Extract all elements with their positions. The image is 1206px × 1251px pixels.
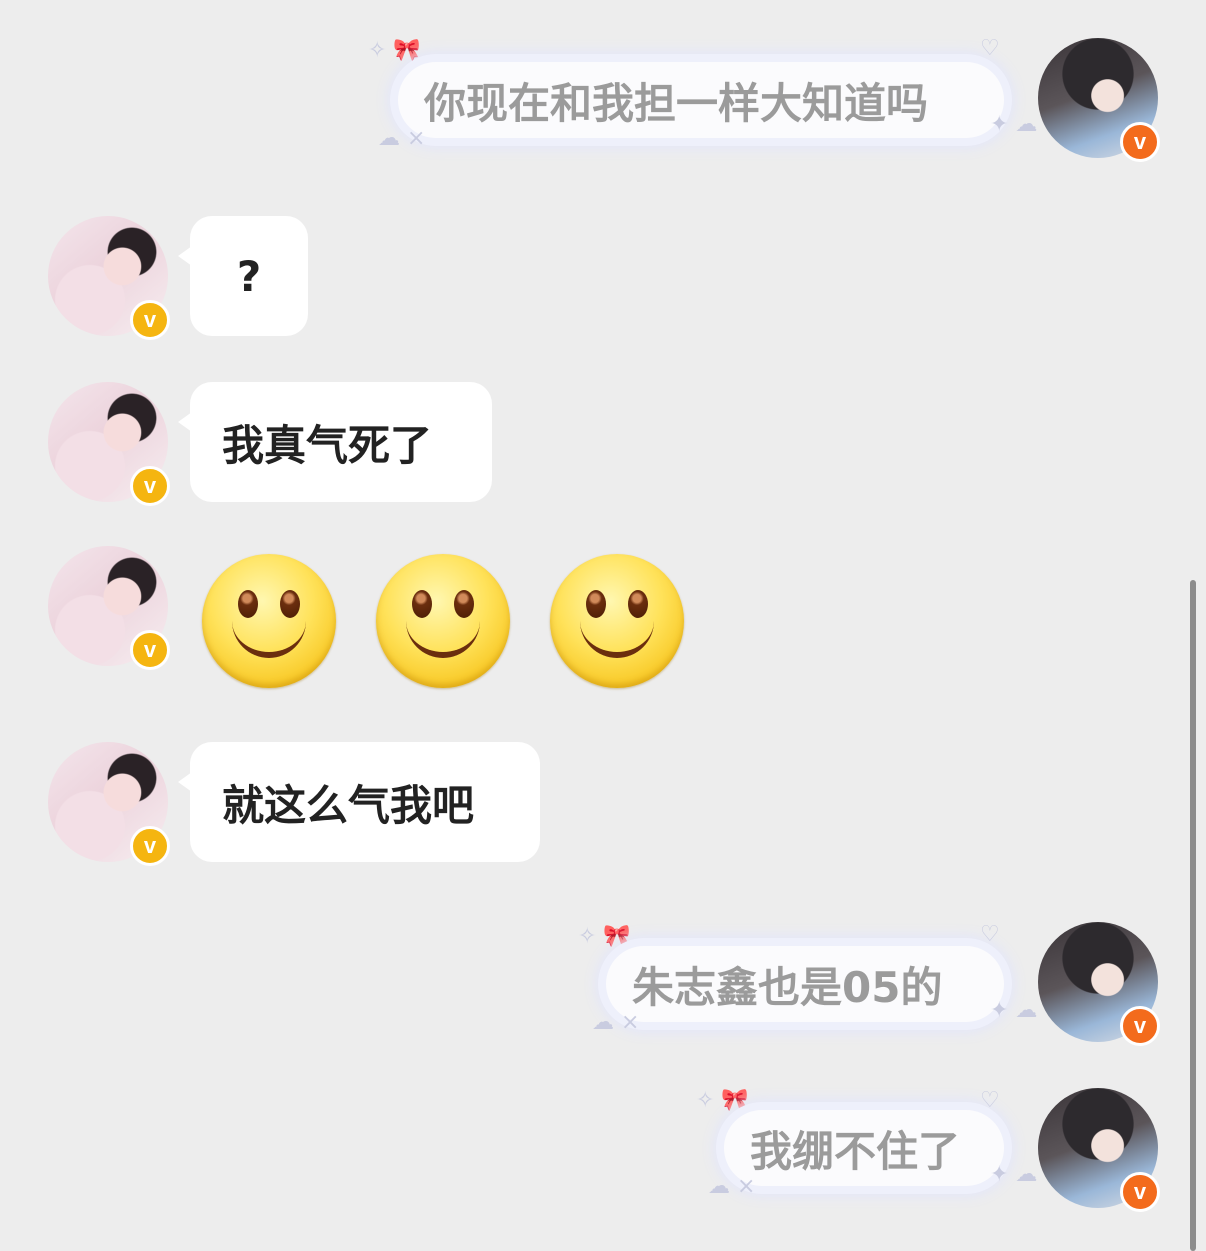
smile-emoji-icon xyxy=(376,554,510,688)
ribbon-deco-icon: ✧ 🎀 xyxy=(696,1088,749,1113)
peer-avatar[interactable]: v xyxy=(48,382,170,506)
cloud-deco-icon: ☁ × xyxy=(378,126,426,151)
cloud-deco-icon: ☁ × xyxy=(708,1174,756,1199)
smile-emoji-icon xyxy=(202,554,336,688)
message-row-peer: v xyxy=(0,546,1206,688)
message-text: 就这么气我吧 xyxy=(222,780,475,830)
my-avatar[interactable]: v xyxy=(1038,922,1160,1046)
verified-v-icon: v xyxy=(130,300,170,340)
message-text: 我真气死了 xyxy=(222,420,433,470)
peer-avatar[interactable]: v xyxy=(48,742,170,866)
message-bubble-peer[interactable]: 就这么气我吧 xyxy=(178,742,540,862)
message-text: 朱志鑫也是05的 xyxy=(632,962,943,1012)
message-text: 我绷不住了 xyxy=(750,1126,961,1176)
heart-deco-icon: ♡ xyxy=(980,1088,1000,1113)
verified-v-icon: v xyxy=(130,466,170,506)
message-bubble-peer[interactable]: 我真气死了 xyxy=(178,382,492,502)
my-avatar[interactable]: v xyxy=(1038,1088,1160,1212)
sparkle-deco-icon: ✦ ☁ xyxy=(990,1162,1038,1187)
message-row-peer: v ? xyxy=(0,216,1206,340)
message-row-peer: v 我真气死了 xyxy=(0,382,1206,506)
peer-avatar[interactable]: v xyxy=(48,546,170,670)
peer-avatar[interactable]: v xyxy=(48,216,170,340)
ribbon-deco-icon: ✧ 🎀 xyxy=(578,924,631,949)
heart-deco-icon: ♡ xyxy=(980,922,1000,947)
scrollbar[interactable] xyxy=(1190,580,1196,1251)
sparkle-deco-icon: ✦ ☁ xyxy=(990,112,1038,137)
message-bubble-me[interactable]: 朱志鑫也是05的 xyxy=(606,946,1004,1022)
message-row-me: ✧ 🎀 朱志鑫也是05的 ♡ ☁ × ✦ ☁ v xyxy=(0,922,1206,1046)
verified-v-icon: v xyxy=(1120,122,1160,162)
heart-deco-icon: ♡ xyxy=(980,36,1000,61)
my-avatar[interactable]: v xyxy=(1038,38,1160,162)
chat-screen: { "messages": [ {"side": "me", "text": "… xyxy=(0,0,1206,1251)
message-row-peer: v 就这么气我吧 xyxy=(0,742,1206,866)
message-bubble-me[interactable]: 我绷不住了 xyxy=(724,1110,1004,1186)
message-row-me: ✧ 🎀 你现在和我担一样大知道吗 ♡ ☁ × ✦ ☁ v xyxy=(0,36,1206,162)
sparkle-deco-icon: ✦ ☁ xyxy=(990,998,1038,1023)
cloud-deco-icon: ☁ × xyxy=(592,1010,640,1035)
smile-emoji-icon xyxy=(550,554,684,688)
verified-v-icon: v xyxy=(1120,1172,1160,1212)
message-row-me: ✧ 🎀 我绷不住了 ♡ ☁ × ✦ ☁ v xyxy=(0,1088,1206,1212)
verified-v-icon: v xyxy=(130,826,170,866)
ribbon-deco-icon: ✧ 🎀 xyxy=(368,38,421,63)
verified-v-icon: v xyxy=(1120,1006,1160,1046)
message-bubble-peer[interactable]: ? xyxy=(178,216,308,336)
message-text: 你现在和我担一样大知道吗 xyxy=(424,78,929,128)
message-bubble-me[interactable]: 你现在和我担一样大知道吗 xyxy=(398,62,1004,138)
message-text: ? xyxy=(236,251,262,301)
verified-v-icon: v xyxy=(130,630,170,670)
